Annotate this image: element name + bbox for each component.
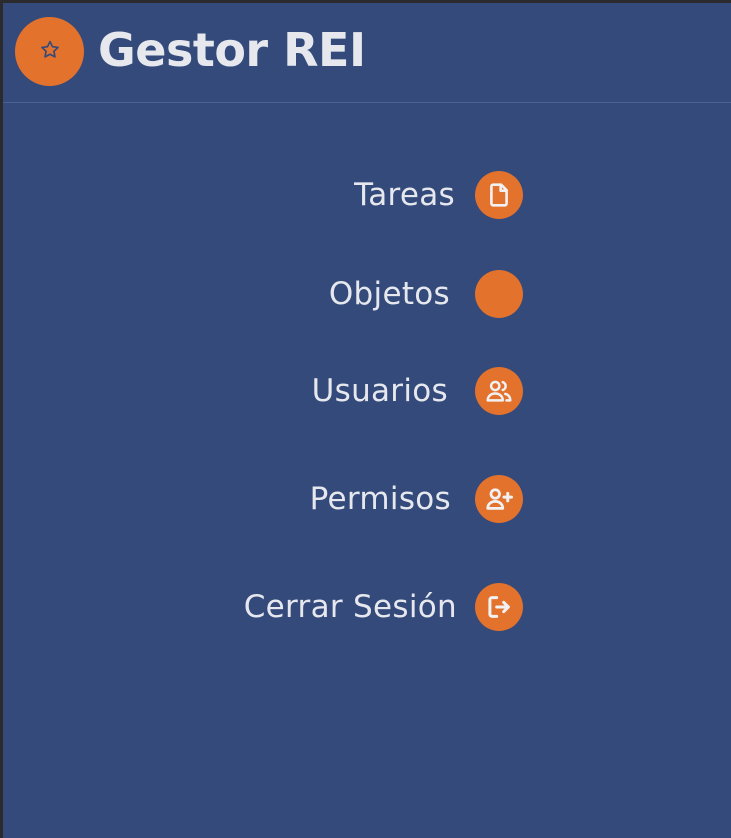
- app-title: Gestor REI: [98, 23, 366, 77]
- menu-item-label: Objetos: [328, 276, 450, 312]
- menu-item-cerrar-sesion[interactable]: Cerrar Sesión: [244, 583, 523, 631]
- menu-item-label: Permisos: [309, 481, 451, 517]
- app-window: Gestor REI Tareas Objetos Usuarios Permi…: [3, 3, 731, 838]
- home-logo-button[interactable]: [15, 17, 84, 86]
- menu-item-label: Usuarios: [311, 373, 448, 409]
- star-icon: [39, 39, 61, 65]
- menu-item-usuarios[interactable]: Usuarios: [312, 367, 523, 415]
- file-icon[interactable]: [475, 171, 523, 219]
- blank-icon[interactable]: [475, 270, 523, 318]
- menu-item-tareas[interactable]: Tareas: [354, 171, 523, 219]
- users-icon[interactable]: [475, 367, 523, 415]
- menu-item-permisos[interactable]: Permisos: [310, 475, 523, 523]
- logout-icon[interactable]: [475, 583, 523, 631]
- user-plus-icon[interactable]: [475, 475, 523, 523]
- header: Gestor REI: [3, 3, 731, 103]
- menu-item-label: Tareas: [354, 177, 455, 213]
- menu-item-label: Cerrar Sesión: [243, 589, 457, 625]
- menu-item-objetos[interactable]: Objetos: [329, 270, 523, 318]
